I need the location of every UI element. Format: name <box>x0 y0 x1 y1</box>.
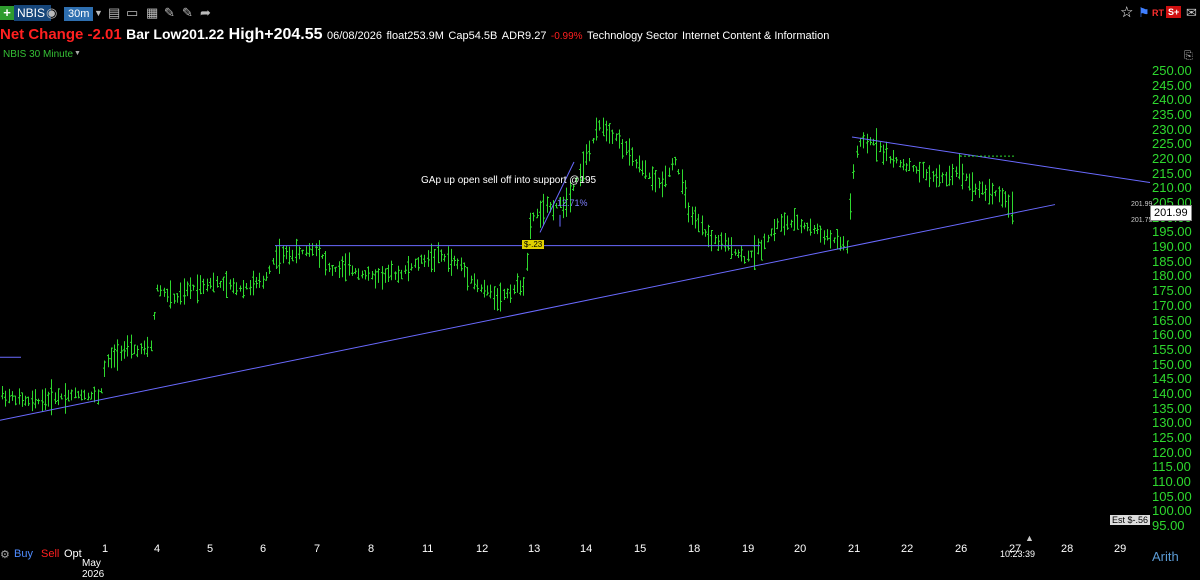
date-tick: 11 <box>422 543 434 555</box>
month-label: May 2026 <box>82 558 105 580</box>
estimate-badge[interactable]: Est $-.56 <box>1110 515 1151 525</box>
date-tick: 22 <box>901 543 914 555</box>
price-tick: 215.00 <box>1152 165 1192 181</box>
price-tick: 175.00 <box>1152 283 1192 299</box>
price-tick: 120.00 <box>1152 444 1192 460</box>
date-tick: 13 <box>528 543 541 555</box>
price-tick: 250.00 <box>1152 63 1192 78</box>
date-tick: 29 <box>1114 543 1127 555</box>
price-tick: 170.00 <box>1152 297 1192 313</box>
price-tick: 115.00 <box>1152 459 1191 475</box>
price-tick: 225.00 <box>1152 136 1192 152</box>
date-tick: 15 <box>634 543 647 555</box>
price-tick: 155.00 <box>1152 341 1192 357</box>
earnings-marker[interactable]: $-.23 <box>522 240 545 249</box>
price-tick: 145.00 <box>1152 371 1192 387</box>
price-tick: 150.00 <box>1152 356 1192 372</box>
date-tick: 21 <box>848 543 861 555</box>
price-tick: 135.00 <box>1152 400 1192 416</box>
price-tick: 210.00 <box>1152 180 1192 196</box>
price-tick: 130.00 <box>1152 415 1192 431</box>
date-tick: 1 <box>102 543 109 555</box>
date-tick: 8 <box>368 543 375 555</box>
date-tick: 26 <box>955 543 968 555</box>
price-tick: 185.00 <box>1152 253 1192 269</box>
price-tick: 230.00 <box>1152 121 1192 137</box>
date-tick: 28 <box>1061 543 1074 555</box>
sell-button[interactable]: Sell <box>41 548 59 560</box>
price-tick: 110.00 <box>1152 473 1191 489</box>
scale-toggle[interactable]: Arith <box>1152 549 1179 564</box>
price-tick: 220.00 <box>1152 151 1192 167</box>
price-tick: 160.00 <box>1152 327 1192 343</box>
triangle-up-icon: ▲ <box>1025 533 1034 543</box>
price-tick: 180.00 <box>1152 268 1192 284</box>
price-tick: 195.00 <box>1152 224 1192 240</box>
date-tick: 14 <box>580 543 593 555</box>
date-tick: 19 <box>742 543 755 555</box>
trade-annotation: GAp up open sell off into support @195 <box>421 175 597 186</box>
date-tick: 18 <box>688 543 701 555</box>
price-tick: 100.00 <box>1152 503 1192 519</box>
date-tick: 12 <box>476 543 489 555</box>
buy-button[interactable]: Buy <box>14 548 33 560</box>
price-tick: 125.00 <box>1152 429 1192 445</box>
price-tick: 165.00 <box>1152 312 1192 328</box>
date-tick: 5 <box>207 543 214 555</box>
date-tick: 7 <box>314 543 321 555</box>
price-tick: 245.00 <box>1152 77 1192 93</box>
date-tick: 4 <box>154 543 161 555</box>
last-price-badge: 201.99 <box>1150 205 1192 221</box>
price-chart[interactable] <box>0 0 1200 574</box>
clock: 10:23:39 <box>1000 549 1036 559</box>
price-tick: 190.00 <box>1152 239 1192 255</box>
price-tick: 140.00 <box>1152 385 1192 401</box>
price-tick: 105.00 <box>1152 488 1192 504</box>
support-trendline <box>0 204 1056 421</box>
price-tick: 235.00 <box>1152 107 1192 123</box>
date-tick: 20 <box>794 543 807 555</box>
price-tick: 240.00 <box>1152 92 1192 108</box>
settings-icon[interactable]: ⚙ <box>0 548 10 561</box>
date-tick: 6 <box>260 543 267 555</box>
options-button[interactable]: Opt <box>64 548 82 560</box>
pct-annotation: 12.71% <box>557 198 588 208</box>
price-tick: 95.00 <box>1152 518 1185 533</box>
